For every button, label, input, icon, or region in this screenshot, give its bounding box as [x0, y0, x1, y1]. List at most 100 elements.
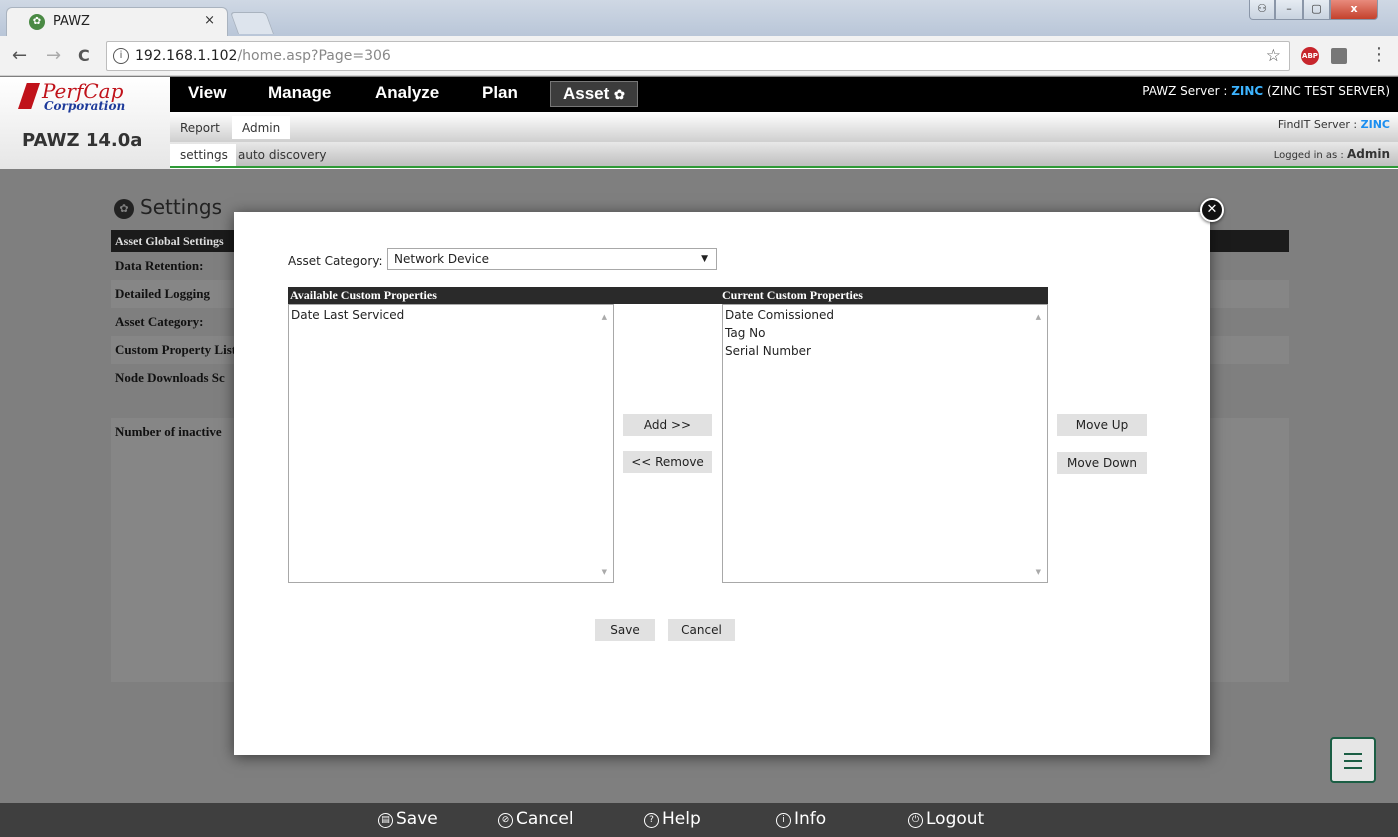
footer-logout-label: Logout	[926, 809, 985, 829]
help-icon: ?	[644, 813, 659, 828]
footer-help-button[interactable]: ? Help	[644, 809, 701, 829]
hamburger-line	[1344, 760, 1362, 762]
remove-property-button[interactable]: << Remove	[623, 451, 712, 473]
cancel-button[interactable]: Cancel	[668, 619, 735, 641]
list-item[interactable]: Date Last Serviced	[291, 306, 404, 324]
subtab-settings[interactable]: settings	[170, 144, 236, 166]
power-icon: ⏻	[908, 813, 923, 828]
minimize-button[interactable]: –	[1275, 0, 1303, 20]
browser-toolbar: ← → C i 192.168.1.102/home.asp?Page=306 …	[0, 36, 1398, 76]
findit-name: ZINC	[1360, 118, 1390, 131]
add-property-button[interactable]: Add >>	[623, 414, 712, 436]
available-properties-list[interactable]: Date Last Serviced ▲ ▼	[288, 304, 614, 583]
menu-manage[interactable]: Manage	[268, 83, 331, 103]
perfcap-logo-icon	[18, 83, 40, 109]
info-icon: i	[776, 813, 791, 828]
menu-asset[interactable]: Asset ✿	[550, 81, 638, 107]
app-version: PAWZ 14.0a	[22, 130, 143, 151]
footer-save-button[interactable]: ▤ Save	[378, 809, 438, 829]
extension-icon[interactable]	[1331, 48, 1347, 64]
scroll-down-icon[interactable]: ▼	[1036, 568, 1041, 576]
findit-label: FindIT Server :	[1277, 118, 1361, 131]
tab-title: PAWZ	[53, 14, 90, 29]
move-down-button[interactable]: Move Down	[1057, 452, 1147, 474]
forward-icon[interactable]: →	[46, 45, 61, 66]
address-bar[interactable]: i 192.168.1.102/home.asp?Page=306 ☆	[106, 41, 1290, 71]
close-dialog-icon[interactable]: ✕	[1200, 198, 1224, 222]
page-title: ✿ Settings	[114, 195, 222, 219]
current-properties-header: Current Custom Properties	[722, 287, 1048, 304]
hamburger-line	[1344, 753, 1362, 755]
sub-menu-2: settings auto discovery Logged in as : A…	[170, 142, 1398, 168]
user-icon[interactable]: ⚇	[1249, 0, 1275, 20]
browser-tab[interactable]: ✿ PAWZ ×	[6, 7, 228, 36]
asset-category-select[interactable]: Network Device ▼	[387, 248, 717, 270]
adblock-icon[interactable]: ABP	[1301, 47, 1319, 65]
move-up-button[interactable]: Move Up	[1057, 414, 1147, 436]
logo-subtitle: Corporation	[44, 99, 126, 113]
reload-icon[interactable]: C	[78, 46, 90, 65]
subtab-admin[interactable]: Admin	[232, 116, 291, 139]
server-label: PAWZ Server :	[1142, 84, 1232, 98]
menu-view[interactable]: View	[188, 83, 226, 103]
footer-cancel-label: Cancel	[516, 809, 574, 829]
main-menu: View Manage Analyze Plan Asset ✿ PAWZ Se…	[170, 77, 1398, 112]
subtab-auto-discovery[interactable]: auto discovery	[238, 148, 326, 162]
list-item[interactable]: Tag No	[725, 324, 834, 342]
footer-help-label: Help	[662, 809, 701, 829]
current-properties-list[interactable]: Date Comissioned Tag No Serial Number ▲ …	[722, 304, 1048, 583]
paw-icon: ✿	[114, 199, 134, 219]
findit-server-info: FindIT Server : ZINC	[1278, 118, 1390, 131]
scroll-up-icon[interactable]: ▲	[602, 313, 607, 321]
paw-favicon-icon: ✿	[29, 14, 45, 30]
asset-category-value: Network Device	[394, 252, 489, 266]
url-text: 192.168.1.102/home.asp?Page=306	[135, 48, 391, 64]
logo-area: PerfCap Corporation PAWZ 14.0a	[0, 77, 170, 169]
back-icon[interactable]: ←	[12, 45, 27, 66]
paw-icon: ✿	[614, 87, 625, 102]
menu-analyze[interactable]: Analyze	[375, 83, 439, 103]
subtab-report[interactable]: Report	[180, 121, 220, 135]
new-tab-button[interactable]	[229, 12, 275, 34]
tab-close-icon[interactable]: ×	[204, 13, 215, 28]
logged-label: Logged in as :	[1273, 150, 1347, 161]
sub-menu: Report Admin FindIT Server : ZINC	[170, 112, 1398, 142]
url-host: 192.168.1.102	[135, 48, 238, 64]
bookmark-star-icon[interactable]: ☆	[1266, 46, 1281, 66]
footer-save-label: Save	[396, 809, 438, 829]
save-button[interactable]: Save	[595, 619, 655, 641]
scroll-up-icon[interactable]: ▲	[1036, 313, 1041, 321]
hamburger-line	[1344, 767, 1362, 769]
footer-info-label: Info	[794, 809, 827, 829]
chevron-down-icon: ▼	[701, 254, 708, 264]
maximize-button[interactable]: ▢	[1303, 0, 1330, 20]
footer-logout-button[interactable]: ⏻ Logout	[908, 809, 984, 829]
menu-plan[interactable]: Plan	[482, 83, 518, 103]
logged-user: Admin	[1346, 147, 1390, 161]
list-item[interactable]: Date Comissioned	[725, 306, 834, 324]
page-title-text: Settings	[140, 195, 223, 219]
server-desc: (ZINC TEST SERVER)	[1263, 84, 1390, 98]
browser-menu-icon[interactable]: ⋮	[1370, 44, 1388, 65]
scroll-down-icon[interactable]: ▼	[602, 568, 607, 576]
url-path: /home.asp?Page=306	[237, 48, 391, 64]
custom-properties-dialog: Asset Category: Network Device ▼ Availab…	[234, 212, 1210, 755]
logged-in-info: Logged in as : Admin	[1274, 147, 1390, 161]
footer-bar: ▤ Save ⊘ Cancel ? Help i Info ⏻ Logout	[0, 803, 1398, 837]
cancel-icon: ⊘	[498, 813, 513, 828]
logo-name: PerfCap	[42, 79, 124, 103]
hamburger-menu-button[interactable]	[1330, 737, 1376, 783]
menu-asset-label: Asset	[563, 84, 610, 103]
server-info: PAWZ Server : ZINC (ZINC TEST SERVER)	[1142, 84, 1390, 98]
close-window-button[interactable]: x	[1330, 0, 1378, 20]
site-info-icon[interactable]: i	[113, 48, 129, 64]
list-item[interactable]: Serial Number	[725, 342, 834, 360]
available-properties-header: Available Custom Properties	[288, 287, 722, 304]
browser-tabstrip: ✿ PAWZ × ⚇ – ▢ x	[0, 0, 1398, 36]
footer-cancel-button[interactable]: ⊘ Cancel	[498, 809, 574, 829]
app-header: PerfCap Corporation PAWZ 14.0a View Mana…	[0, 77, 1398, 169]
footer-info-button[interactable]: i Info	[776, 809, 826, 829]
asset-category-label: Asset Category:	[288, 254, 383, 268]
server-name: ZINC	[1231, 84, 1264, 98]
save-icon: ▤	[378, 813, 393, 828]
